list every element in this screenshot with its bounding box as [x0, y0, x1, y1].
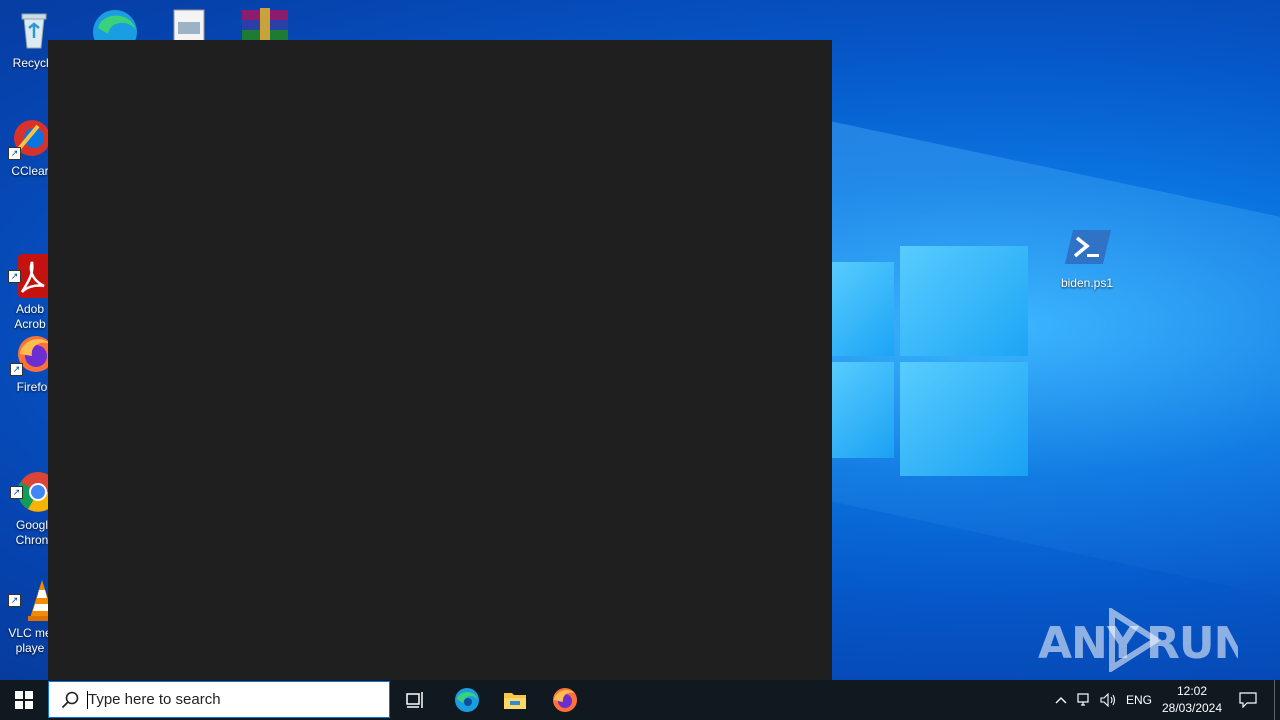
show-desktop-divider[interactable]: [1274, 680, 1275, 720]
clock-time: 12:02: [1176, 684, 1208, 698]
file-explorer-icon: [504, 693, 526, 709]
input-language-indicator[interactable]: ENG: [1122, 680, 1156, 720]
powershell-script-icon: [1065, 228, 1111, 272]
task-view-button[interactable]: [396, 680, 436, 720]
taskbar-edge-button[interactable]: [446, 680, 488, 720]
shortcut-arrow-icon: ↗: [10, 486, 23, 499]
shortcut-arrow-icon: ↗: [8, 270, 21, 283]
task-view-icon: [406, 692, 423, 708]
desktop-icon-label: biden.ps1: [1060, 276, 1114, 290]
anyrun-watermark: ANY RUN: [1038, 606, 1250, 674]
desktop: Recycle ↗ CClear ↗ Adob Acrob ↗ Firefo ↗…: [0, 0, 1280, 680]
console-window[interactable]: [48, 40, 832, 680]
windows-logo-wallpaper: [830, 240, 1030, 480]
language-label: ENG: [1125, 693, 1152, 707]
taskbar: Type here to search ENG 12:02 28/03/2024: [0, 680, 1280, 720]
shortcut-arrow-icon: ↗: [10, 363, 23, 376]
search-input[interactable]: Type here to search: [48, 681, 390, 718]
search-placeholder: Type here to search: [88, 691, 221, 708]
shortcut-arrow-icon: ↗: [8, 147, 21, 160]
desktop-icon-biden-ps1[interactable]: biden.ps1: [1048, 228, 1126, 291]
firefox-icon: [553, 688, 577, 712]
ccleaner-icon: ↗: [8, 116, 52, 160]
show-hidden-icons-button[interactable]: [1050, 680, 1072, 720]
search-icon: [61, 691, 79, 708]
taskbar-firefox-button[interactable]: [544, 680, 586, 720]
network-icon: [1077, 693, 1089, 706]
start-button[interactable]: [0, 680, 48, 720]
volume-button[interactable]: [1098, 680, 1120, 720]
edge-icon: [455, 688, 479, 712]
svg-text:RUN: RUN: [1146, 618, 1238, 669]
speaker-icon: [1100, 693, 1116, 707]
adobe-acrobat-icon: ↗: [8, 239, 58, 298]
shortcut-arrow-icon: ↗: [8, 594, 21, 607]
notification-icon: [1239, 692, 1257, 708]
windows-start-icon: [15, 691, 33, 709]
chevron-up-icon: [1055, 697, 1067, 704]
network-status-button[interactable]: [1074, 680, 1096, 720]
action-center-button[interactable]: [1230, 680, 1266, 720]
taskbar-file-explorer-button[interactable]: [494, 680, 536, 720]
vlc-icon: ↗: [8, 563, 56, 621]
clock[interactable]: 12:02 28/03/2024: [1158, 680, 1226, 720]
clock-date: 28/03/2024: [1161, 701, 1223, 715]
